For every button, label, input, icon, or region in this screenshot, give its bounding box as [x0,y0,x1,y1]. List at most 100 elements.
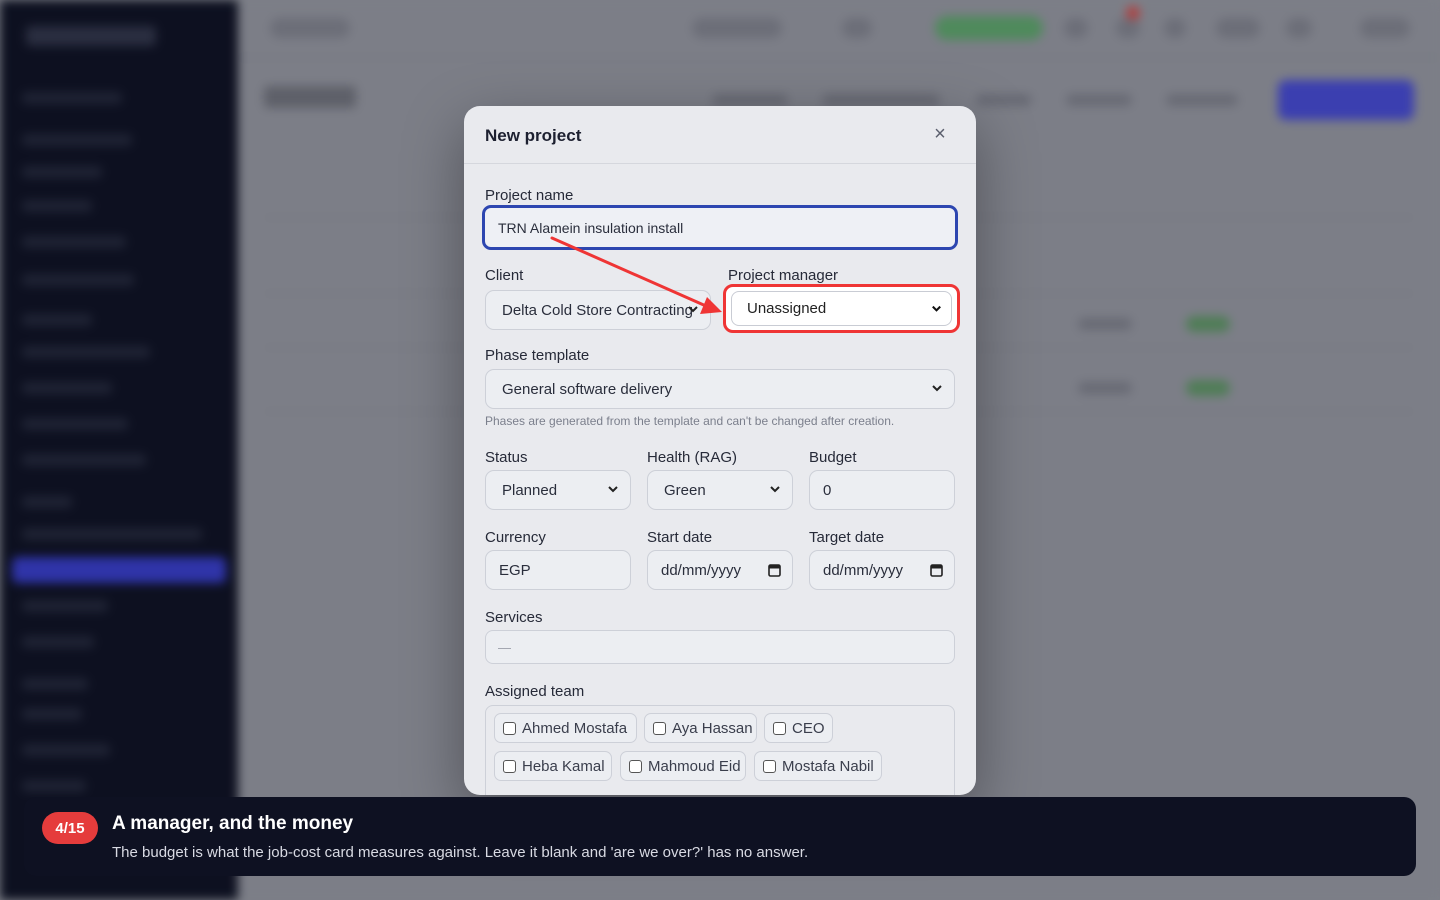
project-manager-select[interactable]: Unassigned [731,291,952,326]
sidebar-item [22,678,88,690]
budget-label: Budget [809,449,857,466]
assigned-team-label: Assigned team [485,683,585,700]
sidebar-item [22,92,122,104]
health-value: Green [664,481,706,499]
team-member-name: Mahmoud Eid [648,757,741,775]
calendar-icon[interactable] [768,563,781,577]
chevron-down-icon [932,305,941,312]
sidebar-item [22,496,72,508]
client-select[interactable]: Delta Cold Store Contracting [485,290,711,330]
topbar-icon [1164,18,1186,38]
new-project-button-bg [1278,80,1414,120]
sidebar-item [22,780,86,792]
team-member-checkbox[interactable]: CEO [764,713,833,743]
sidebar-item [22,274,134,286]
modal-title: New project [485,126,582,145]
filter-chip [822,94,940,106]
sidebar-item [22,236,126,248]
team-member-name: Mostafa Nabil [782,757,874,775]
start-date-input[interactable]: dd/mm/yyyy [647,550,793,590]
checkbox-icon[interactable] [503,759,516,773]
topbar-icon [1286,18,1312,38]
calendar-icon[interactable] [930,563,943,577]
checkbox-icon[interactable] [503,721,516,735]
chevron-down-icon [688,306,698,313]
team-member-checkbox[interactable]: Aya Hassan [644,713,757,743]
cell-bg [1078,382,1132,394]
topbar-icon [1064,18,1088,38]
topbar-icon [1116,18,1140,38]
team-member-checkbox[interactable]: Ahmed Mostafa [494,713,637,743]
sidebar-item [22,454,146,466]
topbar-item [842,18,872,38]
sidebar-item [22,708,82,720]
sidebar [0,0,238,900]
step-badge: 4/15 [42,812,98,844]
project-manager-label: Project manager [728,267,839,284]
team-member-name: Heba Kamal [522,757,605,775]
currency-input[interactable]: EGP [485,550,631,590]
chevron-down-icon [932,385,942,392]
services-input[interactable]: — [485,630,955,664]
team-member-checkbox[interactable]: Mostafa Nabil [754,751,882,781]
services-label: Services [485,609,543,626]
topbar-item [692,18,782,38]
checkbox-icon[interactable] [763,759,776,773]
team-member-name: Aya Hassan [672,719,753,737]
app-logo [26,26,156,46]
currency-label: Currency [485,529,546,546]
project-name-label: Project name [485,187,574,204]
phase-template-label: Phase template [485,347,590,364]
status-label: Status [485,449,528,466]
project-manager-value: Unassigned [747,300,827,317]
close-icon[interactable]: × [928,123,952,147]
phase-template-select[interactable]: General software delivery [485,369,955,409]
topbar-item [270,18,350,38]
team-member-checkbox[interactable]: Mahmoud Eid [620,751,746,781]
project-name-input[interactable]: TRN Alamein insulation install [482,205,958,250]
status-chip-bg [1186,380,1230,396]
status-value: Planned [502,481,558,499]
sidebar-item [22,382,112,394]
filter-chip [976,94,1032,106]
health-select[interactable]: Green [647,470,793,510]
sidebar-item [22,314,92,326]
filter-chip [712,94,788,106]
health-label: Health (RAG) [647,449,738,466]
checkbox-icon[interactable] [773,721,786,735]
notification-dot [1126,6,1140,20]
sidebar-item [22,636,94,648]
checkbox-icon[interactable] [653,721,666,735]
tour-body: The budget is what the job-cost card mea… [112,844,809,861]
client-value: Delta Cold Store Contracting [502,301,693,319]
team-member-name: CEO [792,719,825,737]
sidebar-item [22,744,110,756]
topbar-icon [1216,18,1260,38]
tour-tooltip: 4/15 A manager, and the money The budget… [24,797,1416,876]
sidebar-item [22,600,108,612]
assigned-team-clip: Ahmed Mostafa Aya Hassan CEO Heba Kamal … [464,700,976,795]
team-member-checkbox[interactable]: Heba Kamal [494,751,612,781]
filter-chip [1066,94,1132,106]
sidebar-item [22,134,132,146]
status-select[interactable]: Planned [485,470,631,510]
phase-template-hint: Phases are generated from the template a… [485,414,895,428]
client-label: Client [485,267,524,284]
start-date-value: dd/mm/yyyy [661,561,742,579]
sidebar-item [22,346,150,358]
chevron-down-icon [608,486,618,493]
phase-template-value: General software delivery [502,380,673,398]
filter-chip [1166,94,1238,106]
project-manager-highlight: Unassigned [723,284,960,333]
checkbox-icon[interactable] [629,759,642,773]
target-date-value: dd/mm/yyyy [823,561,904,579]
sidebar-item [22,200,92,212]
sidebar-item [22,418,128,430]
tour-title: A manager, and the money [112,813,354,834]
sidebar-item [22,528,202,540]
target-date-input[interactable]: dd/mm/yyyy [809,550,955,590]
topbar-icon [1360,18,1410,38]
page-title-bg [264,86,356,108]
status-chip-bg [1186,316,1230,332]
budget-input[interactable]: 0 [809,470,955,510]
